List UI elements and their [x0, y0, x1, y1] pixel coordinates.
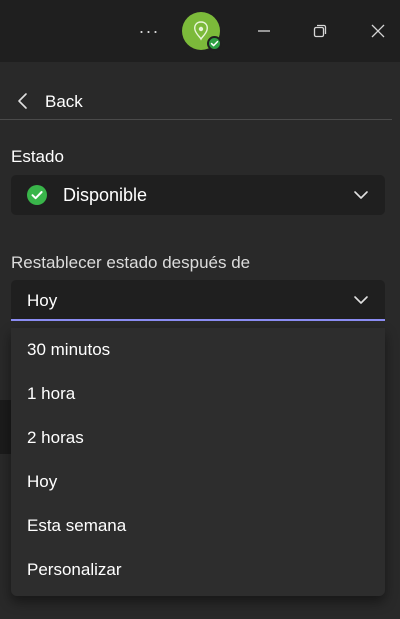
check-icon [210, 40, 219, 47]
minimize-button[interactable] [247, 14, 281, 48]
more-icon: ··· [138, 20, 160, 41]
back-button[interactable]: Back [0, 84, 392, 120]
chevron-left-icon [18, 93, 27, 109]
chevron-down-icon [354, 296, 368, 304]
reset-status-label: Restablecer estado después de [11, 253, 251, 272]
minimize-icon [258, 30, 270, 32]
more-options-button[interactable]: ··· [136, 20, 162, 42]
close-icon [371, 24, 385, 38]
option-today[interactable]: Hoy [11, 460, 385, 504]
option-customize[interactable]: Personalizar [11, 548, 385, 592]
available-status-badge [207, 36, 222, 51]
close-button[interactable] [361, 14, 395, 48]
status-dropdown[interactable]: Disponible [11, 175, 385, 215]
reset-duration-dropdown[interactable]: Hoy [11, 280, 385, 321]
chevron-down-icon [354, 191, 368, 199]
restore-icon [313, 24, 327, 38]
option-1-hour[interactable]: 1 hora [11, 372, 385, 416]
option-2-hours[interactable]: 2 horas [11, 416, 385, 460]
reset-duration-listbox: 30 minutos 1 hora 2 horas Hoy Esta seman… [11, 328, 385, 596]
available-status-icon [27, 185, 47, 205]
back-label: Back [45, 92, 83, 111]
option-this-week[interactable]: Esta semana [11, 504, 385, 548]
check-icon [31, 191, 43, 200]
background-panel-strip [0, 400, 11, 454]
status-label: Estado [11, 147, 64, 166]
reset-duration-value: Hoy [27, 291, 58, 310]
option-30-minutes[interactable]: 30 minutos [11, 328, 385, 372]
avatar[interactable] [182, 12, 222, 51]
restore-button[interactable] [303, 14, 337, 48]
title-bar: ··· [0, 0, 400, 62]
status-value: Disponible [63, 185, 148, 205]
